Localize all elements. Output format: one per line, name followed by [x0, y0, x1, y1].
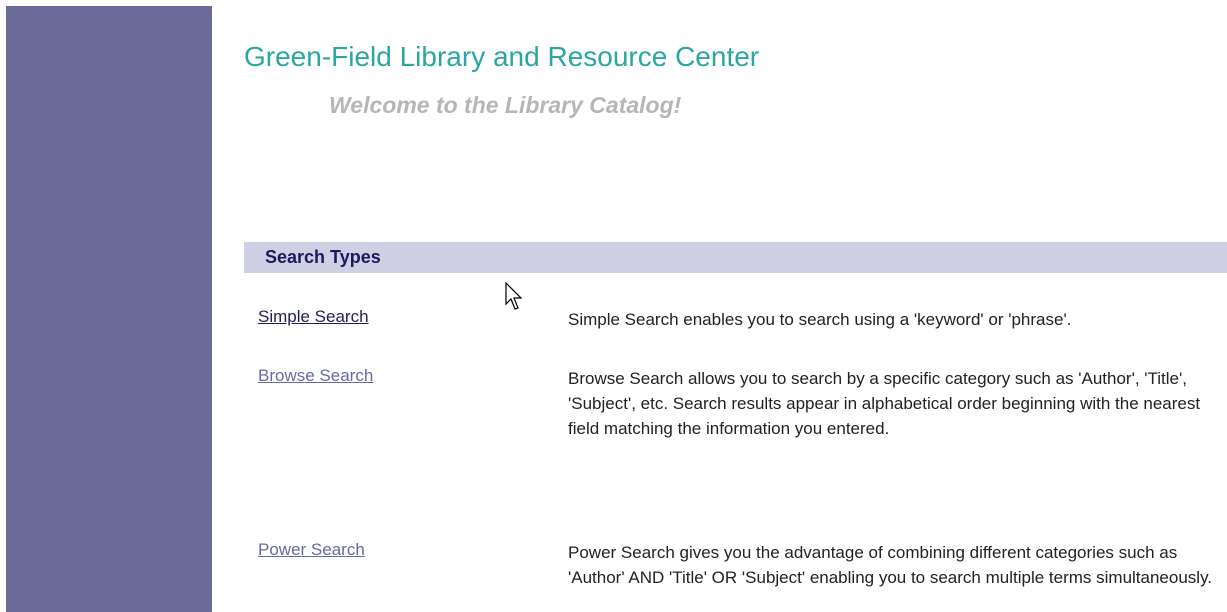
browse-search-link[interactable]: Browse Search [258, 366, 373, 386]
search-types-header: Search Types [244, 242, 1227, 273]
section-title: Search Types [265, 247, 381, 267]
site-title: Green-Field Library and Resource Center [244, 41, 760, 72]
power-search-link[interactable]: Power Search [258, 540, 365, 560]
browse-search-description: Browse Search allows you to search by a … [568, 369, 1201, 438]
page: Green-Field Library and Resource Center … [0, 0, 1227, 612]
power-search-description: Power Search gives you the advantage of … [568, 543, 1213, 587]
sidebar [6, 6, 212, 612]
simple-search-description: Simple Search enables you to search usin… [568, 310, 1072, 329]
welcome-message: Welcome to the Library Catalog! [329, 92, 682, 118]
simple-search-link[interactable]: Simple Search [258, 307, 369, 327]
mouse-pointer-icon [505, 282, 523, 310]
